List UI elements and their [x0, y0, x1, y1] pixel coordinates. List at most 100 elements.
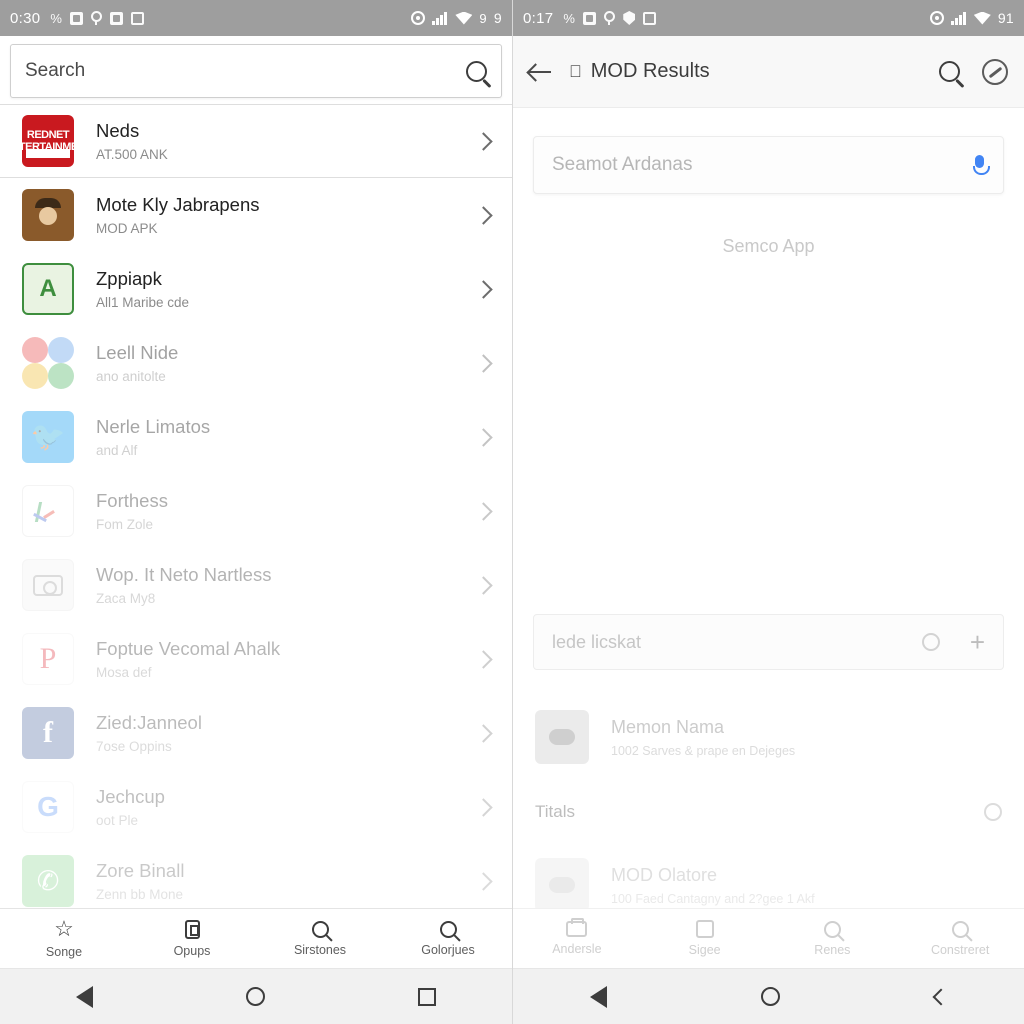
- section-header-label: Titals: [535, 802, 575, 821]
- twitter-app-icon: 🐦: [22, 411, 74, 463]
- redmet-app-icon: REDNETENTERTAINMENT: [22, 115, 74, 167]
- cloud-tile-icon: [535, 710, 589, 764]
- bottom-nav-label: Sirstones: [293, 942, 347, 957]
- chevron-right-icon[interactable]: [474, 649, 493, 669]
- search-icon[interactable]: [939, 61, 960, 82]
- chevron-right-icon[interactable]: [474, 871, 493, 891]
- search-icon[interactable]: [466, 60, 487, 82]
- right-app-bar:  MOD Results: [513, 36, 1024, 108]
- file-icon: [643, 11, 657, 25]
- list-item[interactable]: Mote Kly Jabrapens MOD APK: [0, 178, 512, 252]
- list-item[interactable]: f Zied:Janneol 7ose Oppins: [0, 696, 512, 770]
- list-item-subtitle: and Alf: [96, 443, 138, 458]
- right-phone-screen: 0:17 % 91  MOD Results: [512, 0, 1024, 1024]
- compass-icon[interactable]: [982, 58, 1008, 85]
- list-item[interactable]: ✆ Zore Binall Zenn bb Mone: [0, 844, 512, 918]
- list-item-text: Neds AT.500 ANK: [96, 120, 477, 162]
- left-bottom-nav: ☆ Songe Opups Sirstones Golorjues: [0, 908, 512, 968]
- list-item-text: Memon Nama 1002 Sarves & prape en Dejege…: [611, 717, 795, 758]
- bottom-nav-item-andersle[interactable]: Andersle: [513, 909, 641, 968]
- list-item-text: Leell Nide ano anitolte: [96, 342, 477, 384]
- back-arrow-icon[interactable]: [529, 61, 551, 83]
- status-left-icons: %: [50, 10, 145, 26]
- sheets-app-icon: [22, 485, 74, 537]
- input-card[interactable]: lede licskat +: [533, 614, 1004, 670]
- percent-icon: %: [50, 10, 63, 26]
- bottom-nav-label: Songe: [45, 945, 83, 959]
- bottom-nav-item-opups[interactable]: Opups: [128, 909, 256, 968]
- status-clock: 0:17: [523, 9, 554, 27]
- green-circle-app-icon: A: [22, 263, 74, 315]
- list-item-subtitle: Fom Zole: [96, 517, 154, 532]
- list-item[interactable]: Wop. It Neto Nartless Zaca My8: [0, 548, 512, 622]
- settings-gear-icon: [929, 11, 944, 25]
- back-triangle-icon[interactable]: [76, 985, 94, 1008]
- apple-icon: : [569, 62, 582, 82]
- list-item-subtitle: MOD APK: [96, 221, 158, 236]
- chevron-right-icon[interactable]: [474, 575, 493, 595]
- search-placeholder: Seamot Ardanas: [552, 154, 693, 175]
- home-circle-icon[interactable]: [761, 987, 781, 1006]
- list-item-title: Jechcup: [96, 786, 165, 807]
- chevron-right-icon[interactable]: [474, 205, 493, 225]
- signal-bars-icon: [950, 11, 967, 25]
- dual-screenshot-container: 0:30 % 9 9 Search REDNET ERTAINM Neds AT…: [0, 0, 1024, 1024]
- recents-square-icon[interactable]: [417, 987, 436, 1006]
- sim-icon: [70, 11, 84, 25]
- list-item[interactable]: Forthess Fom Zole: [0, 474, 512, 548]
- input-card-label: lede licskat: [552, 631, 642, 652]
- bottom-nav-label: Constreret: [930, 942, 990, 957]
- back-chevron-icon[interactable]: [932, 988, 950, 1005]
- bottom-nav-item-renes[interactable]: Renes: [769, 909, 897, 968]
- battery-level: 9: [493, 10, 502, 26]
- wifi-icon: [455, 11, 473, 25]
- bottom-nav-item-sirstones[interactable]: Sirstones: [256, 909, 384, 968]
- list-item[interactable]: Memon Nama 1002 Sarves & prape en Dejege…: [513, 700, 1024, 774]
- list-item-title: Zppiapk: [96, 268, 162, 289]
- folder-icon: [566, 918, 588, 937]
- microphone-icon[interactable]: [973, 155, 990, 175]
- search-input[interactable]: Search: [10, 44, 502, 98]
- list-item-title: Leell Nide: [96, 342, 179, 363]
- app-result-list: REDNETENTERTAINMENT Neds AT.500 ANK Mote…: [0, 104, 512, 918]
- box-icon: [184, 919, 200, 939]
- chevron-right-icon[interactable]: [474, 501, 493, 521]
- list-item-subtitle: 100 Faed Cantagny and 2?gee 1 Akf: [611, 891, 815, 906]
- list-item-subtitle: 1002 Sarves & prape en Dejeges: [611, 743, 796, 758]
- status-signal-value: 9: [479, 10, 487, 26]
- add-icon[interactable]: +: [970, 629, 985, 655]
- back-triangle-icon[interactable]: [590, 985, 608, 1008]
- list-item[interactable]: Leell Nide ano anitolte: [0, 326, 512, 400]
- list-item[interactable]: P Foptue Vecomal Ahalk Mosa def: [0, 622, 512, 696]
- bottom-nav-label: Renes: [814, 942, 851, 957]
- list-item-title: Zied:Janneol: [96, 712, 202, 733]
- wifi-icon: [973, 11, 991, 25]
- page-title-text: MOD Results: [578, 60, 710, 82]
- list-item-text: Nerle Limatos and Alf: [96, 416, 477, 458]
- bottom-nav-item-songe[interactable]: ☆ Songe: [0, 909, 128, 968]
- search-placeholder: Search: [25, 60, 86, 81]
- chevron-right-icon[interactable]: [474, 279, 493, 299]
- chevron-right-icon[interactable]: [474, 427, 493, 447]
- chevron-right-icon[interactable]: [474, 131, 493, 151]
- bottom-nav-item-constreret[interactable]: Constreret: [896, 909, 1024, 968]
- home-circle-icon[interactable]: [245, 987, 265, 1006]
- list-item-subtitle: oot Ple: [96, 813, 139, 828]
- list-item[interactable]: 🐦 Nerle Limatos and Alf: [0, 400, 512, 474]
- whatsapp-app-icon: ✆: [22, 855, 74, 907]
- facebook-app-icon: f: [22, 707, 74, 759]
- search-input[interactable]: Seamot Ardanas: [533, 136, 1004, 194]
- list-item[interactable]: G Jechcup oot Ple: [0, 770, 512, 844]
- bottom-nav-item-golorjues[interactable]: Golorjues: [384, 909, 512, 968]
- chevron-right-icon[interactable]: [474, 797, 493, 817]
- list-item-subtitle: Mosa def: [96, 665, 152, 680]
- chevron-right-icon[interactable]: [474, 353, 493, 373]
- box-icon: [695, 920, 714, 938]
- bottom-nav-label: Sigee: [688, 943, 721, 957]
- bottom-nav-item-sigee[interactable]: Sigee: [641, 909, 769, 968]
- list-item[interactable]: REDNETENTERTAINMENT Neds AT.500 ANK: [0, 104, 512, 178]
- chevron-right-icon[interactable]: [474, 723, 493, 743]
- star-icon: ☆: [54, 916, 74, 941]
- file-icon: [131, 11, 145, 25]
- list-item[interactable]: A Zppiapk All1 Maribe cde: [0, 252, 512, 326]
